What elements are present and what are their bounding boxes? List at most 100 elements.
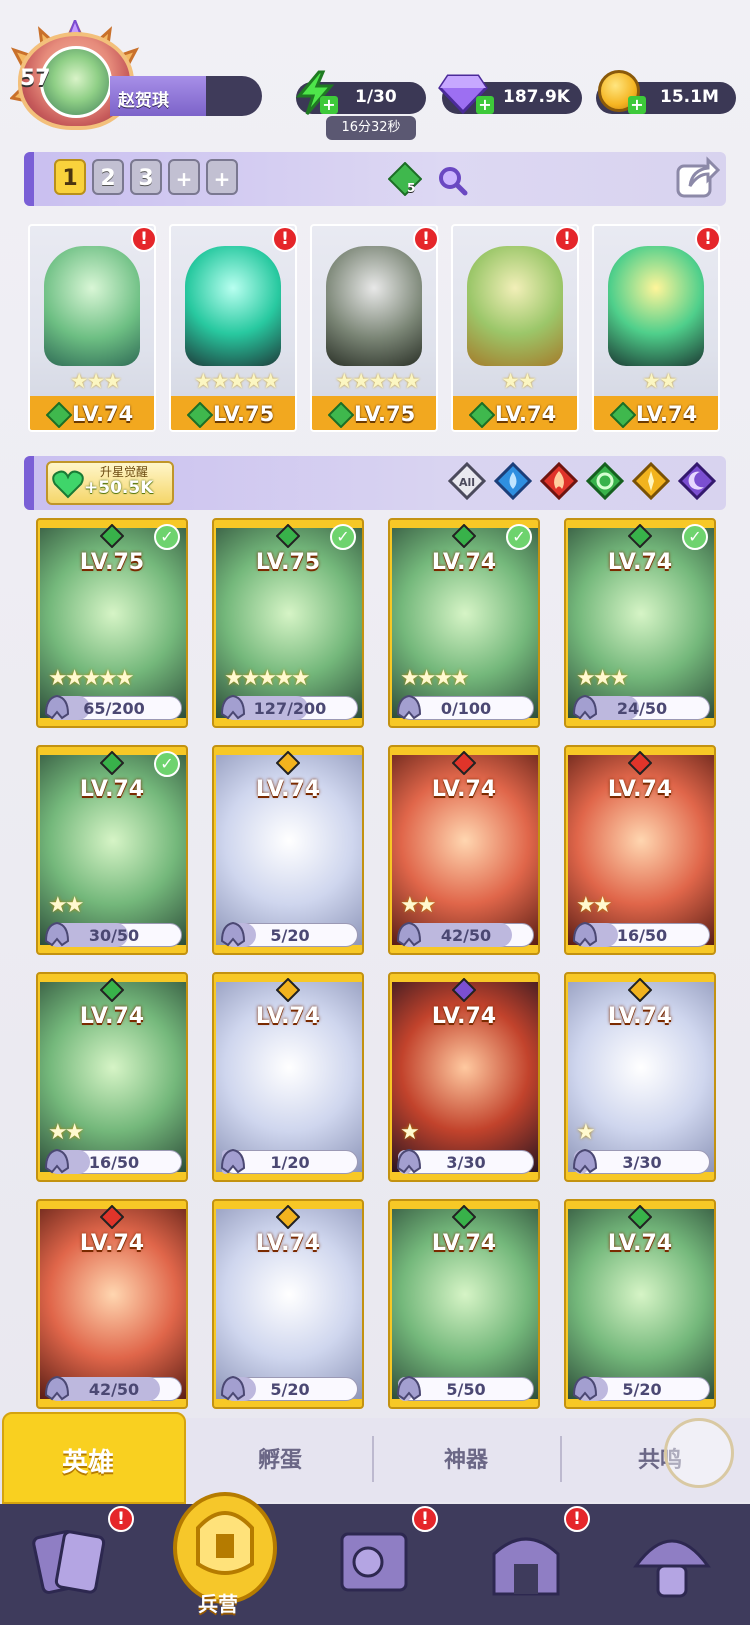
- hero-stars: ★★★★★: [48, 666, 135, 691]
- player-name: 赵贺琪: [118, 91, 169, 111]
- hero-level: LV.74: [79, 1231, 145, 1256]
- filter-all-button[interactable]: All: [448, 462, 486, 500]
- team-bar-accent: [24, 152, 34, 206]
- hero-card[interactable]: LV.74 42/50: [36, 1199, 188, 1409]
- team-slot-2[interactable]: 2: [92, 159, 124, 195]
- barracks-label: 兵营: [198, 1592, 238, 1616]
- hero-portrait: [44, 246, 140, 366]
- gold-value: 15.1M: [660, 87, 719, 107]
- floating-joystick-button[interactable]: [664, 1418, 734, 1488]
- shard-progress-text: 16/50: [88, 1153, 140, 1172]
- tab-divider: [560, 1436, 562, 1482]
- castle-gate-icon[interactable]: [484, 1520, 568, 1604]
- team-hero-card[interactable]: ★★★★★ LV.75: [310, 224, 438, 432]
- hero-card[interactable]: LV.74 5/20: [564, 1199, 716, 1409]
- water-filter-icon[interactable]: [494, 462, 532, 500]
- team-hero-card[interactable]: ★★ LV.74: [451, 224, 579, 432]
- hero-level: LV.74: [607, 777, 673, 802]
- hero-level: LV.74: [431, 1004, 497, 1029]
- hero-stars: ★★★★★: [334, 369, 421, 393]
- checkmark-icon: ✓: [682, 524, 708, 550]
- share-icon[interactable]: [676, 156, 720, 200]
- alert-icon: !: [272, 226, 298, 252]
- magnifier-search-icon[interactable]: [436, 164, 468, 196]
- hero-level: LV.74: [79, 777, 145, 802]
- hero-card[interactable]: ✓ LV.74 ★★ 30/50: [36, 745, 188, 955]
- hero-level: LV.74: [255, 777, 321, 802]
- team-hero-card[interactable]: ★★★★★ LV.75: [169, 224, 297, 432]
- light-element-icon: [276, 1205, 300, 1229]
- hero-level: LV.74: [431, 1231, 497, 1256]
- hero-card[interactable]: LV.74 5/20: [212, 745, 364, 955]
- hero-level: LV.74: [495, 402, 557, 426]
- mushroom-guild-icon[interactable]: [630, 1520, 714, 1604]
- alert-icon: !: [695, 226, 721, 252]
- hero-card[interactable]: LV.74 ★ 3/30: [388, 972, 540, 1182]
- hero-stars: ★: [576, 1120, 596, 1145]
- add-energy-button[interactable]: +: [320, 96, 338, 114]
- shard-progress-text: 5/20: [622, 1380, 662, 1399]
- shard-progress-text: 1/20: [270, 1153, 310, 1172]
- team-slot-add-1[interactable]: +: [168, 159, 200, 195]
- nature-element-icon: [452, 1205, 476, 1229]
- shard-progress-text: 5/50: [446, 1380, 486, 1399]
- hero-stars: ★★: [642, 369, 678, 393]
- energy-timer: 16分32秒: [326, 116, 416, 140]
- hero-stars: ★★: [501, 369, 537, 393]
- hero-card[interactable]: LV.74 5/20: [212, 1199, 364, 1409]
- shard-progress-text: 24/50: [616, 699, 668, 718]
- fire-element-icon: [100, 1205, 124, 1229]
- map-compass-icon[interactable]: [332, 1520, 416, 1604]
- alert-icon: !: [564, 1506, 590, 1532]
- nature-element-icon[interactable]: [388, 162, 422, 196]
- dark-filter-icon[interactable]: [678, 462, 716, 500]
- shard-progress-text: 3/30: [446, 1153, 486, 1172]
- alert-icon: !: [554, 226, 580, 252]
- hero-level: LV.75: [255, 550, 321, 575]
- cards-icon[interactable]: [30, 1520, 114, 1604]
- add-gold-button[interactable]: +: [628, 96, 646, 114]
- tab-hatch[interactable]: 孵蛋: [258, 1442, 302, 1474]
- team-slot-add-2[interactable]: +: [206, 159, 238, 195]
- energy-value: 1/30: [355, 87, 397, 107]
- shard-progress-text: 0/100: [440, 699, 492, 718]
- hero-level: LV.74: [607, 550, 673, 575]
- light-element-icon: [276, 751, 300, 775]
- shard-progress-text: 42/50: [440, 926, 492, 945]
- shard-progress-text: 3/30: [622, 1153, 662, 1172]
- tab-artifacts[interactable]: 神器: [444, 1442, 488, 1474]
- nature-element-icon: [628, 524, 652, 548]
- gem-value: 187.9K: [503, 87, 570, 107]
- team-hero-card[interactable]: ★★ LV.74: [592, 224, 720, 432]
- heart-icon: [52, 470, 84, 499]
- checkmark-icon: ✓: [154, 751, 180, 777]
- add-gems-button[interactable]: +: [476, 96, 494, 114]
- team-hero-card[interactable]: ★★★ LV.74: [28, 224, 156, 432]
- hero-card[interactable]: LV.74 5/50: [388, 1199, 540, 1409]
- hero-level: LV.74: [431, 777, 497, 802]
- team-slot-3[interactable]: 3: [130, 159, 162, 195]
- avatar: [40, 46, 112, 118]
- hero-level: LV.74: [72, 402, 134, 426]
- hero-card[interactable]: ✓ LV.74 ★★★ 24/50: [564, 518, 716, 728]
- hero-card[interactable]: LV.74 ★★ 16/50: [36, 972, 188, 1182]
- hero-level: LV.74: [255, 1231, 321, 1256]
- nature-filter-icon[interactable]: [586, 462, 624, 500]
- alert-icon: !: [413, 226, 439, 252]
- hero-card[interactable]: LV.74 1/20: [212, 972, 364, 1182]
- fire-element-icon: [628, 751, 652, 775]
- team-slot-1[interactable]: 1: [54, 159, 86, 195]
- hero-card[interactable]: LV.74 ★ 3/30: [564, 972, 716, 1182]
- hero-card[interactable]: LV.74 ★★ 16/50: [564, 745, 716, 955]
- hero-card[interactable]: LV.74 ★★ 42/50: [388, 745, 540, 955]
- nature-element-icon: [628, 1205, 652, 1229]
- hero-card[interactable]: ✓ LV.75 ★★★★★ 127/200: [212, 518, 364, 728]
- hero-level: LV.74: [431, 550, 497, 575]
- checkmark-icon: ✓: [506, 524, 532, 550]
- hero-card[interactable]: ✓ LV.74 ★★★★ 0/100: [388, 518, 540, 728]
- light-filter-icon[interactable]: [632, 462, 670, 500]
- shard-progress-text: 5/20: [270, 926, 310, 945]
- fire-filter-icon[interactable]: [540, 462, 578, 500]
- hero-card[interactable]: ✓ LV.75 ★★★★★ 65/200: [36, 518, 188, 728]
- hero-portrait: [467, 246, 563, 366]
